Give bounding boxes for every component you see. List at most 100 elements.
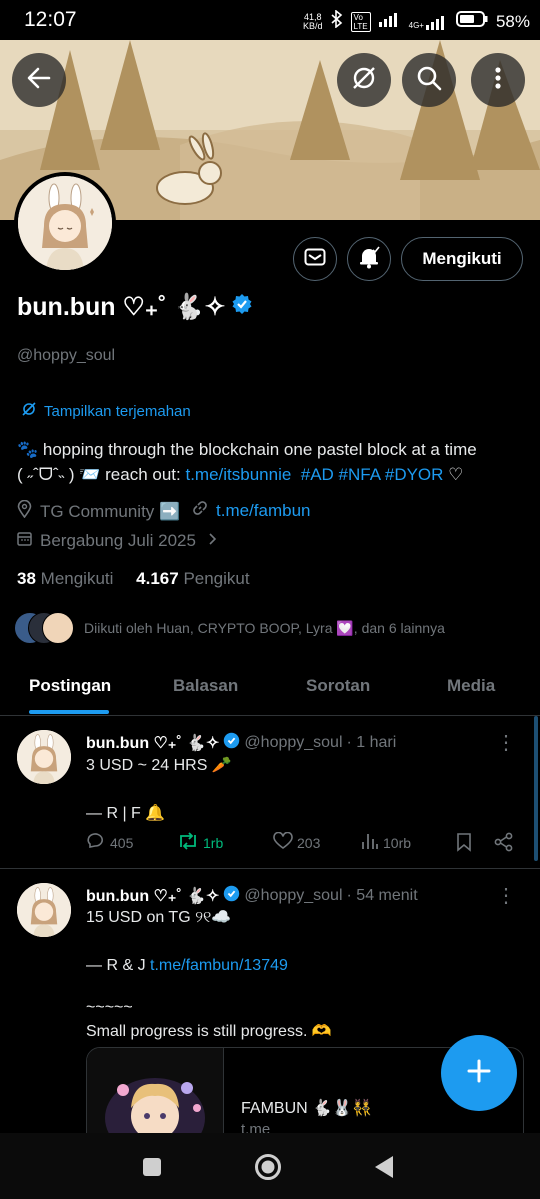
bookmark-icon (456, 832, 472, 855)
post[interactable]: bun.bun ♡₊˚ 🐇✧ @hoppy_soul · 1 hari ⋮ 3 … (0, 716, 540, 869)
post-header: bun.bun ♡₊˚ 🐇✧ @hoppy_soul · 54 menit (86, 885, 418, 907)
following-button[interactable]: Mengikuti (401, 237, 523, 281)
bio-line-2: ( ˶ˆᗜˆ˵ ) 📨 reach out: t.me/itsbunnie #A… (17, 462, 527, 487)
post-author-handle[interactable]: @hoppy_soul (244, 887, 342, 905)
status-time: 12:07 (24, 8, 77, 31)
display-name: bun.bun ♡₊˚ 🐇✧ (17, 293, 226, 321)
profile-tabs: Postingan Balasan Sorotan Media (0, 660, 540, 716)
post-avatar[interactable] (17, 730, 71, 784)
post-text-line: Small progress is still progress. 🫶 (86, 1023, 332, 1040)
reply-count: 405 (110, 834, 134, 851)
bio-prefix: ( ˶ˆᗜˆ˵ ) 📨 reach out: (17, 465, 186, 484)
follow-counts: 38 Mengikuti 4.167 Pengikut (17, 569, 250, 589)
location-row: TG Community ➡️ (17, 499, 181, 523)
following-label: Mengikuti (40, 569, 114, 588)
calendar-icon (17, 531, 32, 551)
follower-avatar-3 (42, 612, 74, 644)
views-button[interactable]: 10rb (361, 832, 411, 853)
recent-apps-icon[interactable] (142, 1157, 162, 1182)
bio-hashtags[interactable]: #AD #NFA #DYOR (301, 465, 444, 484)
post-more-icon[interactable]: ⋮ (496, 883, 516, 908)
avatar (18, 176, 112, 270)
battery-percent: 58% (495, 11, 530, 31)
more-vertical-icon (494, 66, 502, 95)
post-text-line: ~~~~~ (86, 999, 133, 1016)
location-text: TG Community ➡️ (40, 501, 181, 521)
back-button[interactable] (12, 53, 66, 107)
active-tab-indicator (29, 710, 109, 714)
following-count-link[interactable]: 38 Mengikuti (17, 569, 113, 588)
tab-postingan[interactable]: Postingan (29, 676, 111, 696)
post-author-name[interactable]: bun.bun ♡₊˚ 🐇✧ (86, 886, 219, 906)
verified-badge-icon (223, 732, 240, 754)
display-name-row: bun.bun ♡₊˚ 🐇✧ (17, 292, 253, 322)
back-triangle-icon[interactable] (373, 1154, 395, 1185)
message-button[interactable] (293, 237, 337, 281)
post-more-icon[interactable]: ⋮ (496, 730, 516, 755)
followed-by-text: Diikuti oleh Huan, CRYPTO BOOP, Lyra 💟, … (84, 619, 445, 636)
post-time: · 54 menit (346, 887, 418, 904)
reply-button[interactable]: 405 (86, 832, 133, 853)
net-speed: 41,8 KB/d (303, 11, 323, 31)
status-bar: 12:07 41,8 KB/d Vo LTE 4G+ 58% (0, 0, 540, 40)
post-avatar[interactable] (17, 883, 71, 937)
translate-toggle-button[interactable] (337, 53, 391, 107)
heart-icon (273, 831, 293, 853)
website-link[interactable]: t.me/fambun (216, 501, 311, 521)
profile-handle: @hoppy_soul (17, 347, 116, 364)
bio-line-1: 🐾 hopping through the blockchain one pas… (17, 440, 477, 459)
repost-icon (177, 832, 199, 853)
profile-bio: 🐾 hopping through the blockchain one pas… (17, 437, 527, 487)
views-count: 10rb (383, 834, 412, 851)
post-text-line: — R & J t.me/fambun/13749 (86, 954, 506, 978)
followed-by-row[interactable]: Diikuti oleh Huan, CRYPTO BOOP, Lyra 💟, … (14, 612, 445, 644)
post-author-handle[interactable]: @hoppy_soul (244, 734, 342, 752)
more-options-button[interactable] (471, 53, 525, 107)
follower-avatars (14, 612, 74, 644)
search-icon (416, 65, 442, 96)
verified-badge-icon[interactable] (231, 293, 253, 322)
repost-count: 1rb (203, 834, 224, 851)
compose-post-button[interactable] (441, 1035, 517, 1111)
mail-icon (304, 248, 326, 271)
show-translation-link[interactable]: Tampilkan terjemahan (22, 402, 191, 420)
followers-label: Pengikut (183, 569, 250, 588)
location-pin-icon (17, 499, 32, 523)
profile-avatar-frame[interactable] (14, 172, 116, 274)
system-navigation-bar (0, 1133, 540, 1199)
bio-suffix: ♡ (443, 465, 464, 484)
translate-icon (22, 402, 36, 420)
following-count: 38 (17, 569, 36, 588)
bell-check-icon (357, 245, 381, 274)
back-arrow-icon (26, 65, 52, 96)
share-button[interactable] (494, 832, 514, 855)
views-icon (361, 832, 379, 853)
followers-count-link[interactable]: 4.167 Pengikut (136, 569, 249, 588)
post-time: · 1 hari (346, 734, 397, 751)
translate-label: Tampilkan terjemahan (44, 402, 191, 420)
post-link[interactable]: t.me/fambun/13749 (150, 957, 288, 974)
home-icon[interactable] (254, 1153, 282, 1186)
post-author-name[interactable]: bun.bun ♡₊˚ 🐇✧ (86, 733, 219, 753)
bio-link[interactable]: t.me/itsbunnie (185, 465, 291, 484)
link-icon (192, 500, 208, 521)
share-icon (494, 832, 514, 855)
post-text-prefix: — R & J (86, 957, 151, 974)
chevron-right-icon (208, 531, 217, 551)
reply-icon (86, 832, 106, 853)
joined-row[interactable]: Bergabung Juli 2025 (17, 531, 217, 551)
tab-media[interactable]: Media (447, 676, 495, 696)
bookmark-button[interactable] (456, 832, 472, 855)
card-title: FAMBUN 🐇🐰👯 (241, 1100, 372, 1117)
post-header: bun.bun ♡₊˚ 🐇✧ @hoppy_soul · 1 hari (86, 732, 396, 754)
tab-balasan[interactable]: Balasan (173, 676, 238, 696)
notification-subscribe-button[interactable] (347, 237, 391, 281)
search-button[interactable] (402, 53, 456, 107)
signal-icon (378, 11, 401, 32)
website-row[interactable]: t.me/fambun (192, 500, 311, 521)
repost-button[interactable]: 1rb (177, 832, 223, 853)
like-button[interactable]: 203 (273, 831, 320, 853)
tab-sorotan[interactable]: Sorotan (306, 676, 370, 696)
post-text: 15 USD on TG ୨୧☁️ — R & J t.me/fambun/13… (86, 906, 506, 1044)
verified-badge-icon (223, 885, 240, 907)
